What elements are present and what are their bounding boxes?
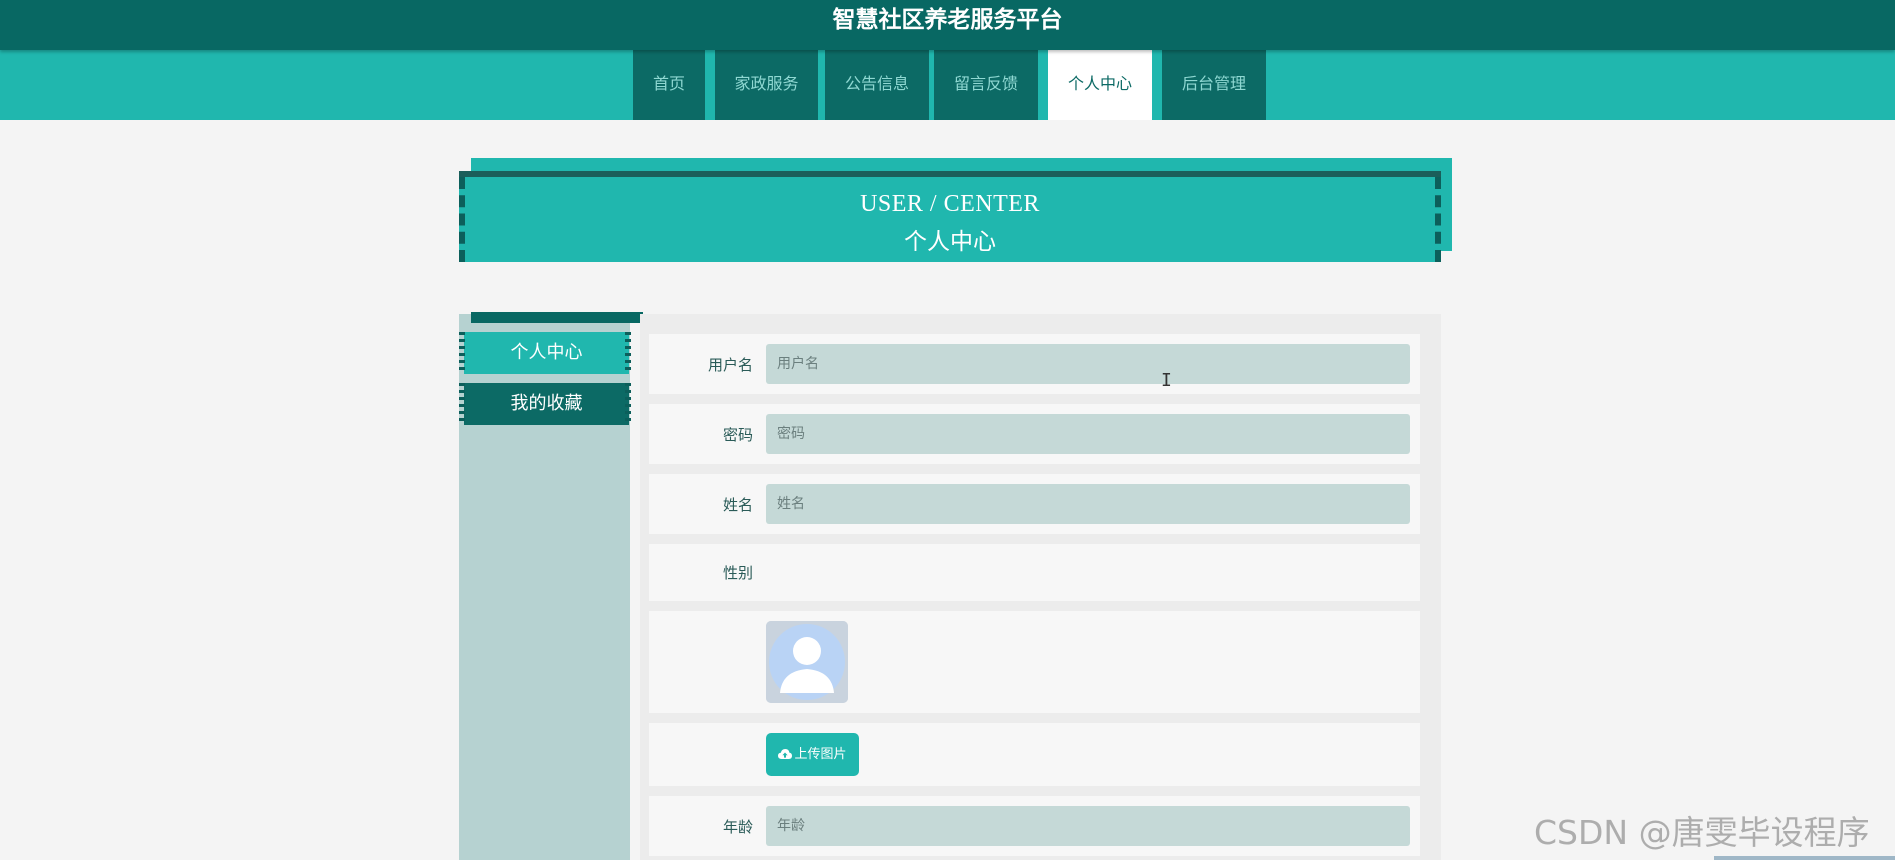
banner-title-cn: 个人中心	[904, 229, 996, 254]
sidebar-top-strip	[471, 312, 643, 323]
upload-image-button[interactable]: 上传图片	[766, 733, 859, 776]
page-banner: USER / CENTER 个人中心	[459, 177, 1441, 262]
nav-item-feedback[interactable]: 留言反馈	[934, 50, 1038, 120]
password-label: 密码	[722, 426, 753, 444]
name-input[interactable]	[766, 484, 1410, 524]
sidebar-item-user-center[interactable]: 个人中心	[459, 332, 631, 374]
sidebar-item-label: 个人中心	[464, 332, 629, 374]
form-row-avatar	[649, 611, 1420, 713]
sidebar-item-label: 我的收藏	[464, 383, 629, 425]
nav-item-announcements[interactable]: 公告信息	[825, 50, 929, 120]
watermark: CSDN @唐雯毕设程序	[1534, 813, 1870, 852]
form-row-upload: 上传图片	[649, 723, 1420, 786]
cloud-upload-icon	[778, 749, 793, 759]
user-avatar-icon[interactable]	[766, 621, 848, 703]
text-cursor-icon: I	[1161, 370, 1172, 391]
sidebar-item-favorites[interactable]: 我的收藏	[459, 383, 631, 425]
form-row-name: 姓名	[649, 474, 1420, 534]
site-title-bar: 智慧社区养老服务平台	[0, 0, 1895, 50]
nav-item-admin[interactable]: 后台管理	[1162, 50, 1266, 120]
site-title: 智慧社区养老服务平台	[832, 7, 1063, 33]
form-row-age: 年龄	[649, 796, 1420, 856]
upload-button-label: 上传图片	[794, 747, 847, 762]
name-label: 姓名	[722, 496, 753, 514]
nav-item-home[interactable]: 首页	[633, 50, 705, 120]
password-input[interactable]	[766, 414, 1410, 454]
sidebar-tab-edge	[459, 332, 465, 374]
main-nav: 首页 家政服务 公告信息 留言反馈 个人中心 后台管理	[0, 50, 1895, 120]
age-input[interactable]	[766, 806, 1410, 846]
banner-title-en: USER / CENTER	[860, 191, 1040, 217]
username-input[interactable]	[766, 344, 1410, 384]
form-row-username: 用户名	[649, 334, 1420, 394]
sidebar-tab-edge	[459, 383, 465, 425]
nav-item-housekeeping[interactable]: 家政服务	[715, 50, 818, 120]
sidebar-tab-edge	[625, 383, 631, 425]
nav-item-user-center[interactable]: 个人中心	[1048, 50, 1152, 120]
sidebar-tab-edge	[625, 332, 631, 374]
form-row-gender: 性别	[649, 544, 1420, 601]
gender-label: 性别	[722, 564, 753, 582]
age-label: 年龄	[722, 818, 753, 836]
corner-element	[1714, 856, 1895, 860]
username-label: 用户名	[707, 356, 753, 374]
form-row-password: 密码	[649, 404, 1420, 464]
